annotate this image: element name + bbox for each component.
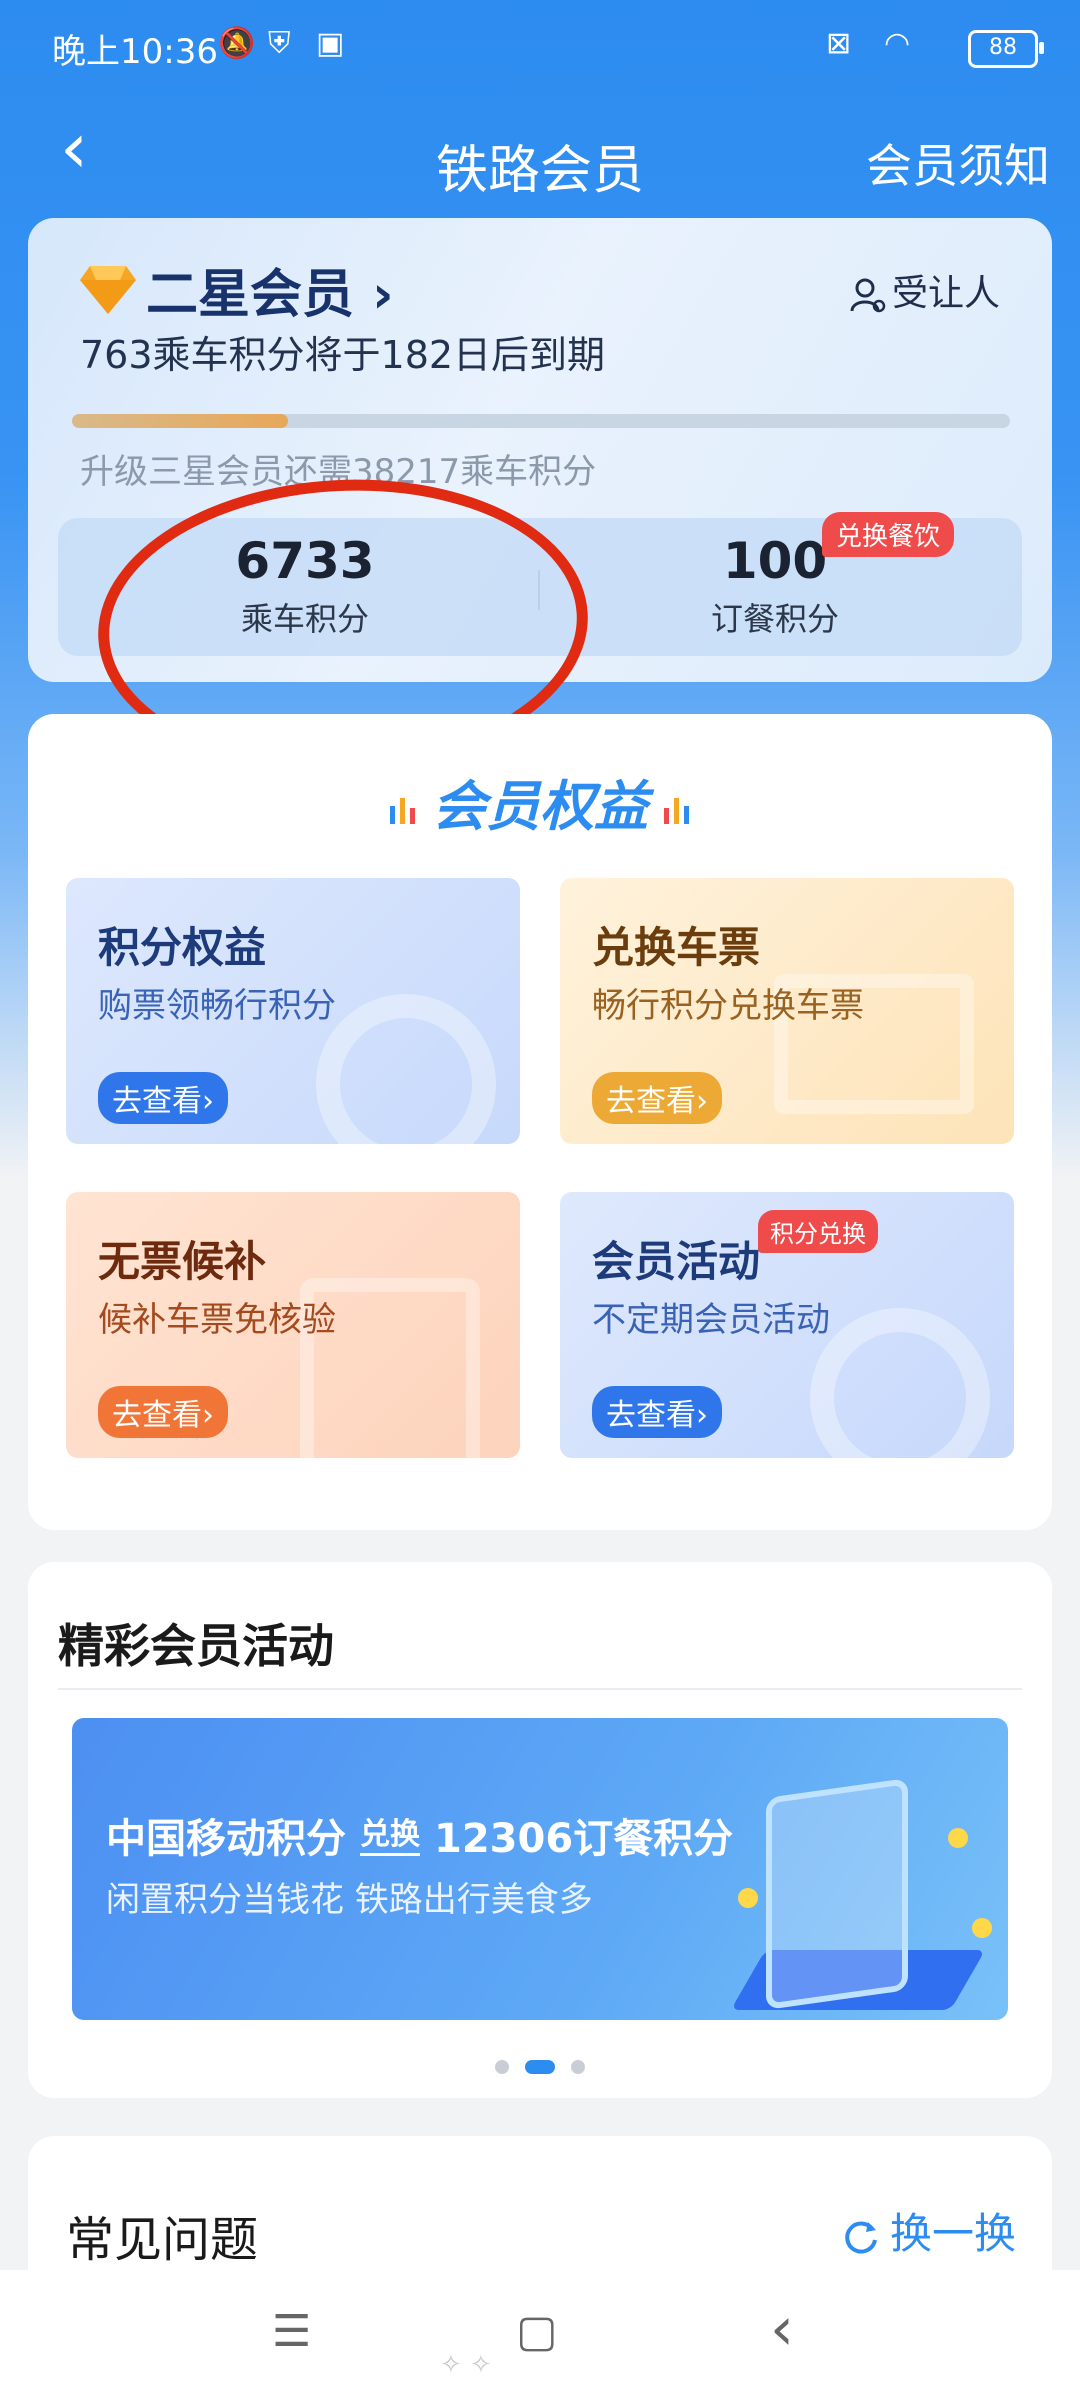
benefit-subtitle: 畅行积分兑换车票 <box>592 986 864 1026</box>
refresh-button[interactable]: 换一换 <box>842 2200 1016 2261</box>
level-progress-fill <box>72 414 288 428</box>
refresh-label: 换一换 <box>889 2209 1016 2258</box>
activity-panel: 精彩会员活动 中国移动积分 兑换 12306订餐积分 闲置积分当钱花 铁路出行美食多 <box>28 1562 1052 2098</box>
benefit-title: 会员活动 <box>592 1237 761 1286</box>
member-level-label: 二星会员 <box>146 265 355 325</box>
train-logo-decor <box>316 994 496 1144</box>
benefit-subtitle: 购票领畅行积分 <box>98 986 336 1026</box>
benefit-tile-waitlist[interactable]: 无票候补 候补车票免核验 去查看› <box>66 1192 520 1458</box>
benefit-title: 无票候补 <box>98 1237 267 1286</box>
home-icon[interactable]: ▢ <box>516 2306 558 2357</box>
gift-bag-decor <box>810 1308 990 1458</box>
view-button[interactable]: 去查看› <box>592 1072 722 1124</box>
pager-dot-active[interactable] <box>525 2059 555 2074</box>
benefit-subtitle: 候补车票免核验 <box>98 1300 336 1340</box>
benefit-tile-points[interactable]: 积分权益 购票领畅行积分 去查看› <box>66 878 520 1144</box>
nav-bar: ‹ 铁路会员 会员须知 <box>0 100 1080 210</box>
app-icon: ▣ <box>316 26 345 61</box>
chevron-right-icon: › <box>372 265 394 325</box>
member-level[interactable]: 二星会员 › <box>146 252 394 327</box>
exchange-meal-badge[interactable]: 兑换餐饮 <box>821 512 954 557</box>
benefit-tile-ticket[interactable]: 兑换车票 畅行积分兑换车票 去查看› <box>560 878 1014 1144</box>
banner-exchange-text: 兑换 <box>360 1809 420 1856</box>
bars-decor-icon <box>664 798 689 825</box>
assignee-label: 受让人 <box>891 273 1000 314</box>
sim-off-icon: ⊠ <box>826 26 852 61</box>
battery-icon: 88 <box>968 30 1044 68</box>
view-button[interactable]: 去查看› <box>98 1386 228 1438</box>
banner-right-text: 12306订餐积分 <box>434 1816 734 1862</box>
status-bar: 晚上10:36 🔕 ⛨ ▣ ⊠ ◠ 88 <box>0 0 1080 100</box>
watermark-logo: ✧ ✧ <box>440 2350 492 2380</box>
faq-title: 常见问题 <box>66 2212 259 2268</box>
coin-decor <box>738 1888 758 1908</box>
divider <box>58 1688 1022 1690</box>
assignee-button[interactable]: 受让人 <box>850 264 1000 316</box>
diamond-icon <box>80 266 136 314</box>
benefit-subtitle: 不定期会员活动 <box>592 1300 830 1340</box>
ride-points-label: 乘车积分 <box>240 600 369 638</box>
member-card: 二星会员 › 受让人 763乘车积分将于182日后到期 升级三星会员还需3821… <box>28 218 1052 682</box>
benefits-heading: 会员权益 <box>28 762 1052 841</box>
pager-dot[interactable] <box>495 2059 509 2074</box>
member-notice-link[interactable]: 会员须知 <box>866 130 1050 196</box>
back-icon[interactable]: ‹ <box>770 2294 794 2364</box>
banner-headline: 中国移动积分 兑换 12306订餐积分 <box>106 1806 733 1864</box>
points-summary: 6733 乘车积分 100 订餐积分 兑换餐饮 <box>58 512 1022 656</box>
phone-illustration <box>766 1778 908 2010</box>
menu-icon[interactable]: ☰ <box>272 2306 311 2357</box>
level-progress-bar <box>72 414 1010 428</box>
faq-panel: 常见问题 换一换 <box>28 2136 1052 2276</box>
points-divider <box>538 570 540 610</box>
user-settings-icon <box>850 278 886 313</box>
pager-dot[interactable] <box>571 2059 585 2074</box>
wifi-icon: ◠ <box>884 26 911 61</box>
ride-points-value: 6733 <box>235 532 375 590</box>
view-button[interactable]: 去查看› <box>592 1386 722 1438</box>
bars-decor-icon <box>390 798 415 825</box>
meal-points-label: 订餐积分 <box>710 600 839 638</box>
points-exchange-badge: 积分兑换 <box>758 1210 878 1253</box>
banner-pager <box>28 2056 1052 2075</box>
coin-decor <box>948 1828 968 1848</box>
benefit-tile-activity[interactable]: 积分兑换 会员活动 不定期会员活动 去查看› <box>560 1192 1014 1458</box>
banner-subtext: 闲置积分当钱花 铁路出行美食多 <box>106 1880 593 1920</box>
activity-banner[interactable]: 中国移动积分 兑换 12306订餐积分 闲置积分当钱花 铁路出行美食多 <box>72 1718 1008 2020</box>
ride-points[interactable]: 6733 乘车积分 <box>140 532 470 640</box>
view-button[interactable]: 去查看› <box>98 1072 228 1124</box>
shield-icon: ⛨ <box>268 26 291 61</box>
status-time: 晚上10:36 <box>52 32 218 72</box>
coin-decor <box>972 1918 992 1938</box>
expire-text: 763乘车积分将于182日后到期 <box>80 333 606 377</box>
system-nav-bar: ☰ ▢ ‹ <box>0 2270 1080 2400</box>
upgrade-text: 升级三星会员还需38217乘车积分 <box>80 452 597 492</box>
benefits-panel: 会员权益 积分权益 购票领畅行积分 去查看› 兑换车票 畅行积分兑换车票 去查看… <box>28 714 1052 1530</box>
benefits-title: 会员权益 <box>432 775 648 838</box>
benefit-title: 兑换车票 <box>592 923 761 972</box>
refresh-icon <box>845 2221 877 2254</box>
banner-left-text: 中国移动积分 <box>106 1816 346 1862</box>
benefit-title: 积分权益 <box>98 923 267 972</box>
bell-muted-icon: 🔕 <box>218 26 256 61</box>
activity-title: 精彩会员活动 <box>58 1619 334 1673</box>
